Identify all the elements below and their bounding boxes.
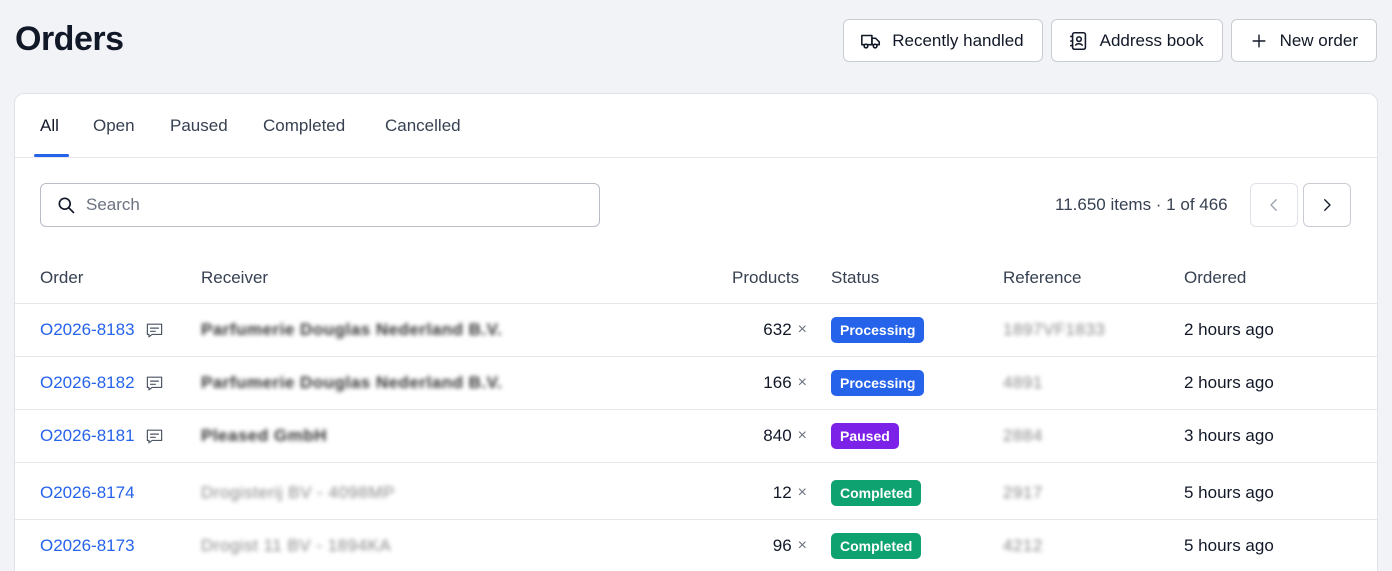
ordered-time: 2 hours ago <box>1184 320 1274 339</box>
reference-value: 4212 <box>1003 536 1043 555</box>
status-badge: Processing <box>831 317 925 343</box>
chevron-left-icon <box>1265 196 1283 214</box>
product-count: 632 <box>763 320 792 339</box>
product-multiplier: × <box>797 427 807 444</box>
order-number-link[interactable]: O2026-8181 <box>40 426 135 446</box>
status-badge: Completed <box>831 480 922 506</box>
reference-value: 1897VF1833 <box>1003 320 1106 339</box>
product-multiplier: × <box>797 484 807 501</box>
tab-cancelled[interactable]: Cancelled <box>385 116 461 136</box>
reference-value: 2917 <box>1003 483 1043 502</box>
tab-completed[interactable]: Completed <box>263 116 345 136</box>
search-icon <box>56 195 76 215</box>
new-order-label: New order <box>1279 30 1358 50</box>
receiver-name: Parfumerie Douglas Nederland B.V. <box>201 373 503 392</box>
reference-value: 2884 <box>1003 426 1043 445</box>
tab-open[interactable]: Open <box>93 116 135 136</box>
ordered-time: 2 hours ago <box>1184 373 1274 392</box>
status-badge: Processing <box>831 370 925 396</box>
page-title: Orders <box>15 20 124 58</box>
active-tab-indicator <box>34 154 69 157</box>
table-row[interactable]: O2026-8183 Parfumerie Douglas Nederland … <box>15 304 1377 357</box>
truck-icon <box>860 30 882 52</box>
order-number-link[interactable]: O2026-8173 <box>40 536 135 556</box>
recently-handled-label: Recently handled <box>892 30 1024 50</box>
address-book-icon <box>1068 30 1090 52</box>
comment-icon[interactable] <box>145 427 164 446</box>
address-book-button[interactable]: Address book <box>1050 19 1223 62</box>
order-number-link[interactable]: O2026-8183 <box>40 320 135 340</box>
product-count: 166 <box>763 373 792 392</box>
status-badge: Completed <box>831 533 922 559</box>
product-multiplier: × <box>797 374 807 391</box>
next-page-button[interactable] <box>1303 183 1351 227</box>
comment-icon[interactable] <box>145 374 164 393</box>
product-multiplier: × <box>797 321 807 338</box>
comment-icon[interactable] <box>145 321 164 340</box>
new-order-button[interactable]: New order <box>1230 19 1377 62</box>
order-number-link[interactable]: O2026-8182 <box>40 373 135 393</box>
column-header-products[interactable]: Products <box>732 268 799 288</box>
search-box[interactable] <box>40 183 600 227</box>
chevron-right-icon <box>1318 196 1336 214</box>
previous-page-button[interactable] <box>1250 183 1298 227</box>
column-header-receiver[interactable]: Receiver <box>201 268 268 288</box>
plus-icon <box>1248 30 1270 52</box>
table-row[interactable]: O2026-8173 Drogist 11 BV - 1894KA 96 × Co… <box>15 520 1377 571</box>
recently-handled-button[interactable]: Recently handled <box>843 19 1043 62</box>
receiver-name: Pleased GmbH <box>201 426 327 445</box>
receiver-name: Drogist 11 BV - 1894KA <box>201 536 392 555</box>
search-input[interactable] <box>86 195 566 215</box>
table-row[interactable]: O2026-8174 Drogisterij BV - 4098MP 12 × C… <box>15 467 1377 520</box>
receiver-name: Parfumerie Douglas Nederland B.V. <box>201 320 503 339</box>
pagination-summary: 11.650 items · 1 of 466 <box>1055 195 1228 214</box>
table-row[interactable]: O2026-8182 Parfumerie Douglas Nederland … <box>15 357 1377 410</box>
product-multiplier: × <box>797 537 807 554</box>
column-header-reference[interactable]: Reference <box>1003 268 1081 288</box>
product-count: 840 <box>763 426 792 445</box>
column-header-order[interactable]: Order <box>40 268 83 288</box>
ordered-time: 5 hours ago <box>1184 483 1274 502</box>
product-count: 12 <box>772 483 792 502</box>
tab-all[interactable]: All <box>40 116 59 136</box>
receiver-name: Drogisterij BV - 4098MP <box>201 483 395 502</box>
reference-value: 4891 <box>1003 373 1043 392</box>
header-actions: Recently handled Address book New order <box>843 19 1377 62</box>
ordered-time: 5 hours ago <box>1184 536 1274 555</box>
column-header-ordered[interactable]: Ordered <box>1184 268 1246 288</box>
order-number-link[interactable]: O2026-8174 <box>40 483 135 503</box>
tab-paused[interactable]: Paused <box>170 116 228 136</box>
product-count: 96 <box>772 536 792 555</box>
status-tabs: All Open Paused Completed Cancelled <box>15 94 1377 158</box>
address-book-label: Address book <box>1099 30 1204 50</box>
status-badge: Paused <box>831 423 899 449</box>
column-header-status[interactable]: Status <box>831 268 879 288</box>
orders-card: All Open Paused Completed Cancelled 11.6… <box>14 93 1378 571</box>
ordered-time: 3 hours ago <box>1184 426 1274 445</box>
table-row[interactable]: O2026-8181 Pleased GmbH 840 × Paused 2884… <box>15 410 1377 463</box>
